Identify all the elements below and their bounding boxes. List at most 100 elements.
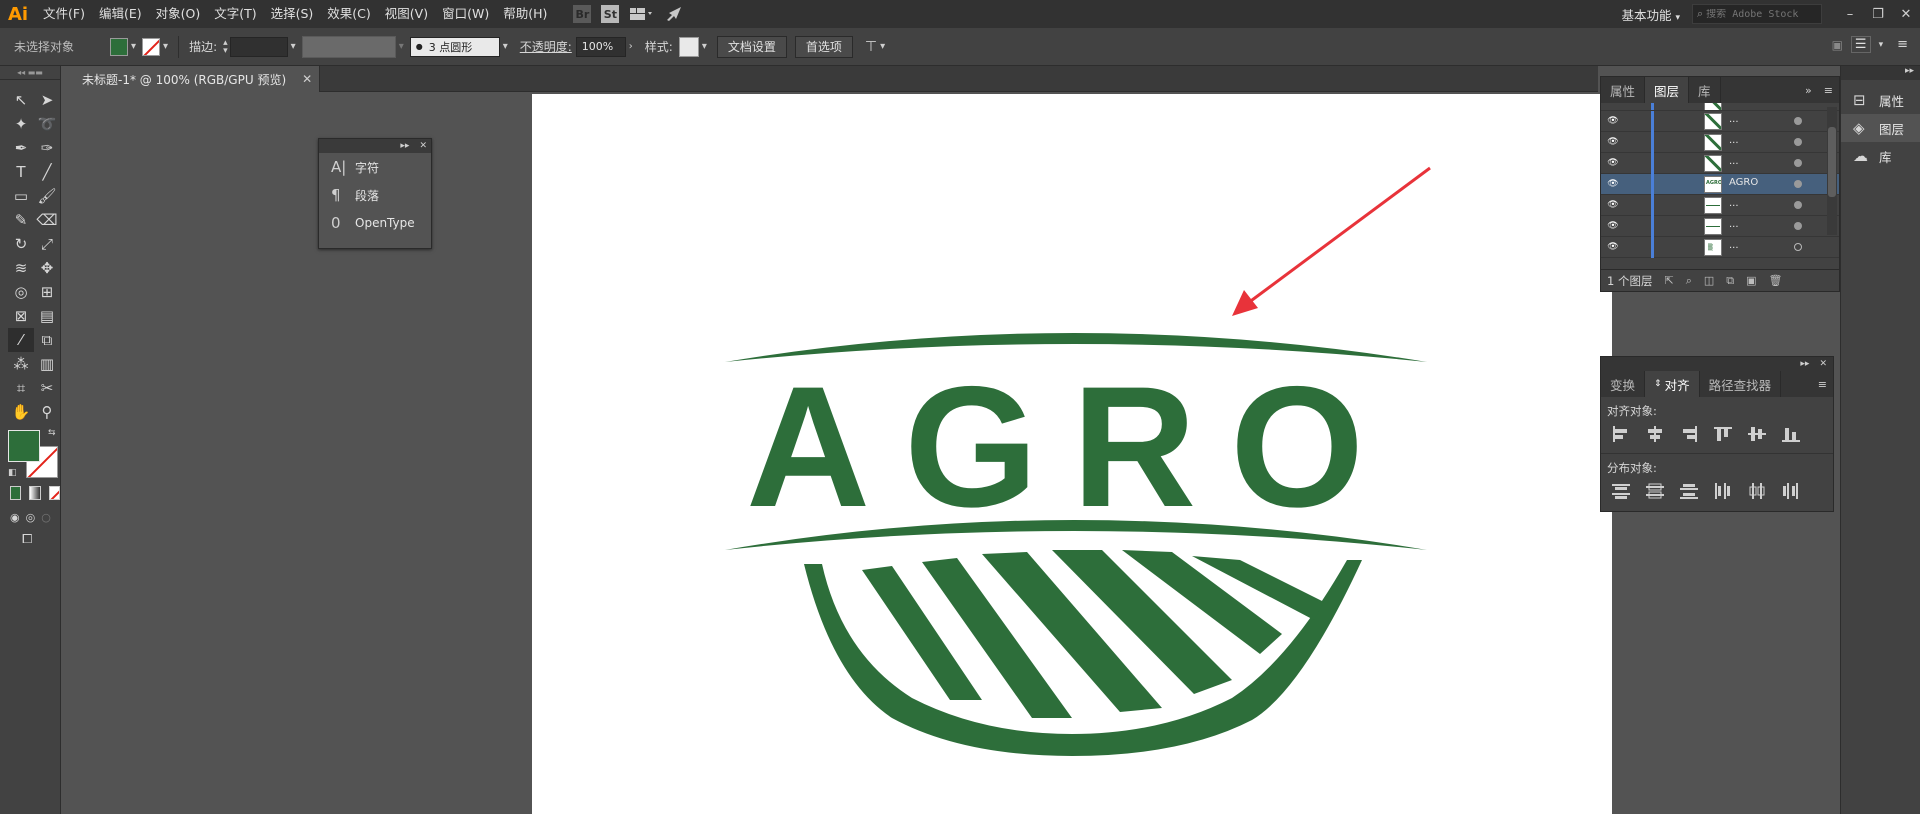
visibility-eye-icon[interactable]: 👁: [1601, 200, 1625, 210]
pin-icon[interactable]: ⊤: [865, 39, 877, 55]
eyedropper-tool-icon[interactable]: ⁄: [8, 328, 34, 352]
gradient-mode-icon[interactable]: [29, 486, 41, 500]
panel-menu-icon[interactable]: ≡: [1818, 77, 1839, 103]
layer-name[interactable]: ...: [1729, 219, 1739, 230]
new-layer-icon[interactable]: ▣: [1746, 274, 1756, 287]
stroke-weight-stepper[interactable]: ▴ ▾: [223, 38, 228, 55]
menu-item-edit[interactable]: 编辑(E): [92, 0, 149, 28]
layer-row[interactable]: 👁...: [1601, 195, 1839, 216]
gpu-performance-button[interactable]: [665, 5, 683, 23]
collapse-panel-icon[interactable]: »: [1799, 77, 1818, 103]
draw-normal-icon[interactable]: ◉: [10, 511, 20, 524]
dock-item-libraries[interactable]: ☁ 库: [1841, 142, 1920, 170]
blend-tool-icon[interactable]: ⧉: [34, 328, 60, 352]
menu-item-select[interactable]: 选择(S): [264, 0, 321, 28]
fill-color-swatch[interactable]: [110, 37, 129, 56]
distribute-horizontal-center-icon[interactable]: [1747, 482, 1767, 500]
draw-inside-icon[interactable]: ○: [41, 511, 51, 524]
symbol-sprayer-tool-icon[interactable]: ⁂: [8, 352, 34, 376]
distribute-bottom-icon[interactable]: [1679, 482, 1699, 500]
zoom-tool-icon[interactable]: ⚲: [34, 400, 60, 424]
align-top-icon[interactable]: [1713, 425, 1733, 443]
layer-name[interactable]: AGRO: [1729, 177, 1758, 188]
layer-name[interactable]: ...: [1729, 198, 1739, 209]
layer-name[interactable]: ...: [1729, 135, 1739, 146]
color-mode-icon[interactable]: [10, 486, 22, 500]
arrange-documents-button[interactable]: [629, 5, 655, 23]
align-panel-topbar[interactable]: ▸▸ ✕: [1601, 357, 1833, 371]
stock-button[interactable]: St: [601, 5, 620, 23]
target-circle-icon[interactable]: [1794, 201, 1802, 209]
dock-collapse-bar[interactable]: ▸▸: [1841, 66, 1920, 80]
layer-name[interactable]: ...: [1729, 240, 1739, 251]
workspace-switcher[interactable]: 基本功能 ▾: [1609, 5, 1692, 24]
document-setup-button[interactable]: 文档设置: [716, 35, 787, 58]
fill-dropdown-arrow[interactable]: ▾: [131, 41, 136, 52]
hand-tool-icon[interactable]: ✋: [8, 400, 34, 424]
variable-width-profile[interactable]: [301, 35, 396, 58]
new-sublayer-icon[interactable]: ⧉: [1726, 274, 1734, 288]
clipping-mask-icon[interactable]: ◫: [1704, 274, 1714, 287]
tab-pathfinder[interactable]: 路径查找器: [1700, 371, 1782, 397]
align-vertical-center-icon[interactable]: [1747, 425, 1767, 443]
scale-tool-icon[interactable]: ⤢: [34, 232, 60, 256]
align-horizontal-center-icon[interactable]: [1645, 425, 1665, 443]
tab-layers[interactable]: 图层: [1645, 77, 1690, 103]
tab-libraries[interactable]: 库: [1689, 77, 1721, 103]
opacity-label[interactable]: 不透明度:: [520, 38, 572, 55]
stroke-weight-field[interactable]: [229, 36, 288, 57]
type-tool-icon[interactable]: T: [8, 160, 34, 184]
menu-item-effect[interactable]: 效果(C): [320, 0, 377, 28]
document-tab[interactable]: 未标题-1* @ 100% (RGB/GPU 预览) ✕: [62, 66, 320, 92]
stock-search-input[interactable]: [1706, 8, 1807, 20]
align-bottom-icon[interactable]: [1781, 425, 1801, 443]
more-options-dropdown[interactable]: ▾: [880, 41, 885, 52]
perspective-grid-tool-icon[interactable]: ⊞: [34, 280, 60, 304]
tab-transform[interactable]: 变换: [1601, 371, 1646, 397]
panel-menu-icon[interactable]: ≡: [1812, 371, 1833, 397]
target-circle-icon[interactable]: [1794, 138, 1802, 146]
distribute-left-icon[interactable]: [1713, 482, 1733, 500]
visibility-eye-icon[interactable]: 👁: [1601, 116, 1625, 126]
selection-tool-icon[interactable]: ↖: [8, 88, 34, 112]
character-panel-item[interactable]: A| 字符: [319, 153, 431, 181]
target-circle-icon[interactable]: [1794, 222, 1802, 230]
layer-row[interactable]: 👁 ▒...: [1601, 237, 1839, 258]
mesh-tool-icon[interactable]: ⊠: [8, 304, 34, 328]
close-tab-icon[interactable]: ✕: [302, 72, 312, 86]
slice-tool-icon[interactable]: ✂: [34, 376, 60, 400]
line-tool-icon[interactable]: ╱: [34, 160, 60, 184]
layer-name[interactable]: ...: [1729, 156, 1739, 167]
tools-panel-grip[interactable]: ◂◂ ▬▬: [0, 66, 60, 80]
isolation-icon[interactable]: ▣: [1832, 38, 1843, 52]
export-icon[interactable]: ⇱: [1664, 274, 1673, 287]
layer-row[interactable]: 👁 AGRO AGRO: [1601, 174, 1839, 195]
magic-wand-tool-icon[interactable]: ✦: [8, 112, 34, 136]
tab-align[interactable]: ⇕ 对齐: [1645, 371, 1700, 397]
graphic-style-swatch[interactable]: [678, 36, 699, 57]
stock-search[interactable]: ⌕: [1692, 4, 1822, 24]
none-mode-icon[interactable]: [48, 486, 60, 500]
bridge-button[interactable]: Br: [573, 5, 592, 23]
distribute-right-icon[interactable]: [1781, 482, 1801, 500]
dock-item-layers[interactable]: ◈ 图层: [1841, 114, 1920, 142]
visibility-eye-icon[interactable]: 👁: [1601, 221, 1625, 231]
agro-logo-artwork[interactable]: AGRO: [532, 94, 1612, 814]
rotate-tool-icon[interactable]: ↻: [8, 232, 34, 256]
visibility-eye-icon[interactable]: 👁: [1601, 158, 1625, 168]
target-circle-icon[interactable]: [1794, 180, 1802, 188]
opentype-panel-item[interactable]: 0 OpenType: [319, 209, 431, 237]
chevron-down-icon[interactable]: ▾: [1879, 40, 1884, 50]
close-panel-icon[interactable]: ✕: [419, 141, 427, 151]
eraser-tool-icon[interactable]: ⌫: [34, 208, 60, 232]
scroll-thumb[interactable]: [1828, 127, 1836, 197]
target-circle-icon[interactable]: [1794, 117, 1802, 125]
gradient-tool-icon[interactable]: ▤: [34, 304, 60, 328]
direct-selection-tool-icon[interactable]: ➤: [34, 88, 60, 112]
puppet-warp-tool-icon[interactable]: ✥: [34, 256, 60, 280]
align-left-icon[interactable]: [1611, 425, 1631, 443]
menu-item-object[interactable]: 对象(O): [149, 0, 208, 28]
close-window-button[interactable]: ✕: [1892, 7, 1920, 22]
lasso-tool-icon[interactable]: ➰: [34, 112, 60, 136]
brush-dropdown[interactable]: ▾: [503, 41, 508, 52]
